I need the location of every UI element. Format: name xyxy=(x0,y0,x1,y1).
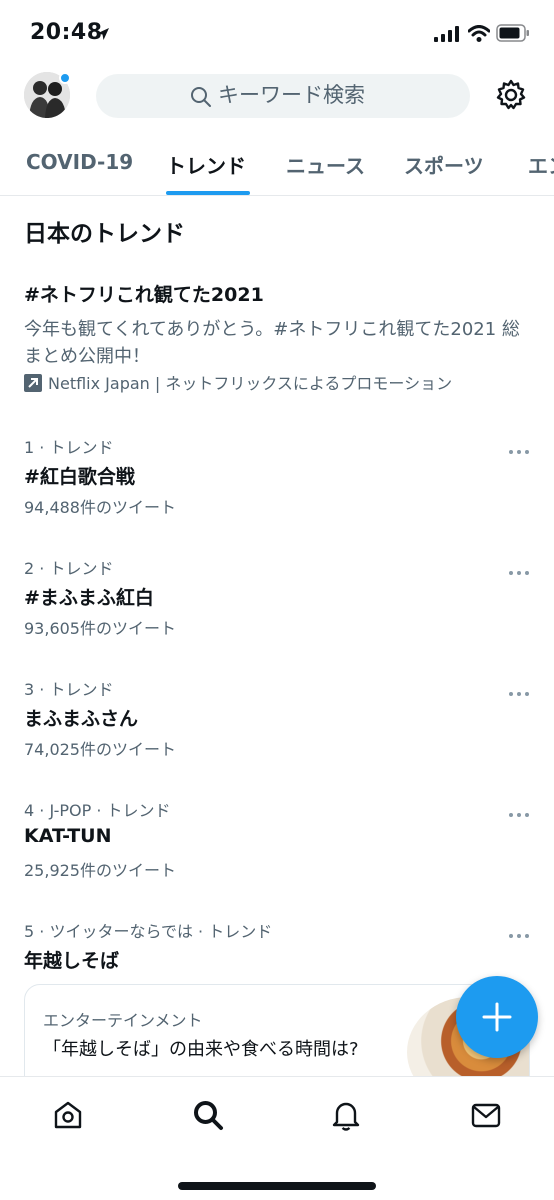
more-options-icon[interactable] xyxy=(508,561,530,580)
trend-meta: 3 · トレンド xyxy=(24,680,114,699)
compose-tweet-button[interactable] xyxy=(456,976,538,1058)
top-bar xyxy=(0,66,554,126)
trend-meta: 2 · トレンド xyxy=(24,559,114,578)
gear-icon[interactable] xyxy=(494,78,528,116)
search-bar[interactable] xyxy=(96,74,470,118)
tab-sports[interactable]: スポーツ xyxy=(404,150,484,179)
trend-meta: 4 · J-POP · トレンド xyxy=(24,801,171,820)
trend-item[interactable]: 2 · トレンド #まふまふ紅白 93,605件のツイート xyxy=(24,555,530,655)
promoted-trend[interactable]: #ネトフリこれ観てた2021 今年も観てくれてありがとう。#ネトフリこれ観てた2… xyxy=(24,282,530,393)
promoted-arrow-icon xyxy=(24,374,42,397)
status-time: 20:48 xyxy=(30,20,103,45)
tab-entertainment[interactable]: エン xyxy=(528,150,554,179)
cellular-signal-icon xyxy=(434,26,460,46)
trend-tweet-count: 93,605件のツイート xyxy=(24,619,176,638)
plus-icon xyxy=(482,1002,512,1032)
promoted-by: Netflix Japan | ネットフリックスによるプロモーション xyxy=(24,374,530,397)
more-options-icon[interactable] xyxy=(508,682,530,701)
tab-news[interactable]: ニュース xyxy=(286,150,365,179)
trend-item[interactable]: 1 · トレンド #紅白歌合戦 94,488件のツイート xyxy=(24,434,530,534)
trend-tweet-count: 94,488件のツイート xyxy=(24,498,176,517)
home-icon[interactable] xyxy=(52,1099,84,1135)
trend-meta: 5 · ツイッターならでは · トレンド xyxy=(24,922,273,941)
trend-tweet-count: 25,925件のツイート xyxy=(24,861,176,880)
wifi-icon xyxy=(467,25,491,46)
search-input[interactable] xyxy=(218,83,418,107)
home-indicator xyxy=(178,1182,376,1190)
trend-name: #紅白歌合戦 xyxy=(24,466,135,488)
trend-name: 年越しそば xyxy=(24,950,120,972)
trend-name: まふまふさん xyxy=(24,708,139,730)
notification-dot xyxy=(59,72,71,84)
tab-covid19[interactable]: COVID-19 xyxy=(26,150,133,174)
promo-title: #ネトフリこれ観てた2021 xyxy=(24,284,264,306)
bell-icon[interactable] xyxy=(330,1099,362,1135)
promoted-by-label: Netflix Japan | ネットフリックスによるプロモーション xyxy=(48,374,453,393)
trend-meta: 1 · トレンド xyxy=(24,438,114,457)
more-options-icon[interactable] xyxy=(508,440,530,459)
news-category: エンターテインメント xyxy=(43,1011,203,1030)
news-headline: 「年越しそば」の由来や食べる時間は? xyxy=(43,1039,359,1060)
active-tab-indicator xyxy=(166,191,250,195)
explore-tabs: COVID-19 トレンド ニュース スポーツ エン xyxy=(0,134,554,196)
tab-trends[interactable]: トレンド xyxy=(166,150,246,179)
search-icon xyxy=(190,86,212,112)
trend-tweet-count: 74,025件のツイート xyxy=(24,740,176,759)
trend-item[interactable]: 4 · J-POP · トレンド KAT-TUN 25,925件のツイート xyxy=(24,797,530,897)
mail-icon[interactable] xyxy=(470,1099,502,1135)
more-options-icon[interactable] xyxy=(508,924,530,943)
trend-item[interactable]: 3 · トレンド まふまふさん 74,025件のツイート xyxy=(24,676,530,776)
location-arrow-icon xyxy=(96,26,110,45)
section-title: 日本のトレンド xyxy=(24,221,185,247)
battery-icon xyxy=(496,24,530,46)
more-options-icon[interactable] xyxy=(508,803,530,822)
promo-description: 今年も観てくれてありがとう。#ネトフリこれ観てた2021 総まとめ公開中！ xyxy=(24,319,520,367)
status-bar: 20:48 xyxy=(0,0,554,66)
search-icon[interactable] xyxy=(192,1099,224,1135)
trend-name: #まふまふ紅白 xyxy=(24,587,154,609)
trend-name: KAT-TUN xyxy=(24,825,112,847)
trend-item[interactable]: 5 · ツイッターならでは · トレンド 年越しそば xyxy=(24,918,530,978)
